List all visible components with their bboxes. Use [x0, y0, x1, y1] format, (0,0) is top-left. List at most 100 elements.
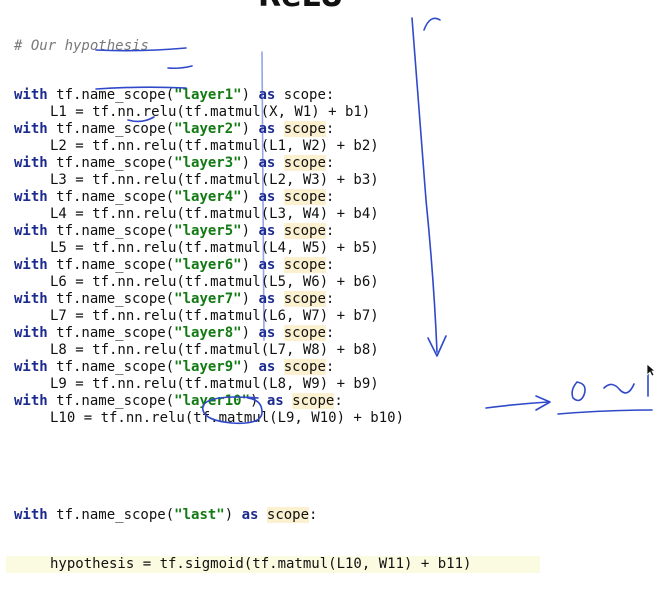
keyword-as: as	[258, 325, 276, 341]
call-name-scope: tf.name_scope(	[47, 507, 175, 523]
scope-variable: scope	[283, 189, 326, 205]
code-line-scope: with tf.name_scope("layer3") as scope:	[14, 155, 654, 172]
keyword-as: as	[258, 189, 276, 205]
layer-statement: L1 = tf.nn.relu(tf.matmul(X, W1) + b1)	[50, 104, 371, 120]
code-line-last-scope: with tf.name_scope("last") as scope:	[14, 507, 654, 524]
colon: :	[325, 291, 335, 307]
layer-statement: L9 = tf.nn.relu(tf.matmul(L8, W9) + b9)	[50, 376, 379, 392]
call-name-scope: tf.name_scope(	[47, 155, 175, 171]
call-name-scope: tf.name_scope(	[47, 393, 175, 409]
scope-variable: scope	[283, 223, 326, 239]
call-close: )	[241, 155, 259, 171]
code-line-scope: with tf.name_scope("layer1") as scope:	[14, 87, 654, 104]
call-close: )	[250, 393, 267, 409]
code-line-scope: with tf.name_scope("layer7") as scope:	[14, 291, 654, 308]
colon: :	[325, 87, 335, 103]
scope-variable: scope	[283, 121, 326, 137]
colon: :	[325, 155, 335, 171]
colon: :	[309, 507, 318, 523]
colon: :	[325, 121, 335, 137]
call-name-scope: tf.name_scope(	[47, 325, 175, 341]
code-line-statement: L10 = tf.nn.relu(tf.matmul(L9, W10) + b1…	[14, 410, 654, 427]
code-line-hypothesis: hypothesis = tf.sigmoid(tf.matmul(L10, W…	[6, 556, 540, 573]
scope-string: "layer2"	[174, 121, 242, 137]
code-line-statement: L2 = tf.nn.relu(tf.matmul(L1, W2) + b2)	[14, 138, 654, 155]
keyword-with: with	[14, 507, 48, 523]
layer-statement: L10 = tf.nn.relu(tf.matmul(L9, W10) + b1…	[50, 410, 405, 426]
code-block: # Our hypothesis with tf.name_scope("lay…	[6, 6, 654, 589]
layer-statement: L3 = tf.nn.relu(tf.matmul(L2, W3) + b3)	[50, 172, 379, 188]
code-line-scope: with tf.name_scope("layer5") as scope:	[14, 223, 654, 240]
keyword-as: as	[258, 155, 276, 171]
call-name-scope: tf.name_scope(	[47, 223, 175, 239]
scope-variable: scope	[283, 155, 326, 171]
colon: :	[325, 189, 335, 205]
layer-statement: L5 = tf.nn.relu(tf.matmul(L4, W5) + b5)	[50, 240, 379, 256]
call-close: )	[241, 359, 259, 375]
keyword-as: as	[258, 359, 276, 375]
call-close: )	[241, 257, 259, 273]
scope-string: "layer6"	[174, 257, 242, 273]
code-line-scope: with tf.name_scope("layer8") as scope:	[14, 325, 654, 342]
keyword-as: as	[258, 87, 276, 103]
keyword-with: with	[14, 257, 48, 273]
layer-statement: L2 = tf.nn.relu(tf.matmul(L1, W2) + b2)	[50, 138, 379, 154]
code-line-statement: L3 = tf.nn.relu(tf.matmul(L2, W3) + b3)	[14, 172, 654, 189]
scope-string: "layer9"	[174, 359, 242, 375]
scope-variable: scope	[283, 291, 326, 307]
keyword-as: as	[258, 257, 276, 273]
mouse-cursor-icon	[646, 363, 656, 377]
code-line-statement: L7 = tf.nn.relu(tf.matmul(L6, W7) + b7)	[14, 308, 654, 325]
layer-blocks: with tf.name_scope("layer1") as scope: L1…	[14, 87, 654, 427]
keyword-as: as	[258, 291, 276, 307]
scope-string: "layer4"	[174, 189, 242, 205]
call-name-scope: tf.name_scope(	[47, 359, 175, 375]
layer-statement: L8 = tf.nn.relu(tf.matmul(L7, W8) + b8)	[50, 342, 379, 358]
call-close: )	[241, 291, 259, 307]
keyword-with: with	[14, 87, 48, 103]
call-name-scope: tf.name_scope(	[47, 189, 175, 205]
scope-string: "last"	[174, 507, 225, 523]
call-name-scope: tf.name_scope(	[47, 291, 175, 307]
colon: :	[325, 325, 335, 341]
colon: :	[325, 257, 335, 273]
layer-statement: L4 = tf.nn.relu(tf.matmul(L3, W4) + b4)	[50, 206, 379, 222]
keyword-as: as	[258, 223, 276, 239]
code-line-scope: with tf.name_scope("layer6") as scope:	[14, 257, 654, 274]
call-close: )	[241, 87, 259, 103]
call-name-scope: tf.name_scope(	[47, 121, 175, 137]
code-line-statement: L1 = tf.nn.relu(tf.matmul(X, W1) + b1)	[14, 104, 654, 121]
code-line-statement: L8 = tf.nn.relu(tf.matmul(L7, W8) + b8)	[14, 342, 654, 359]
code-line-scope: with tf.name_scope("layer4") as scope:	[14, 189, 654, 206]
keyword-with: with	[14, 359, 48, 375]
call-close: )	[241, 121, 259, 137]
keyword-with: with	[14, 223, 48, 239]
colon: :	[325, 223, 335, 239]
scope-string: "layer8"	[174, 325, 242, 341]
scope-variable: scope	[283, 257, 326, 273]
code-line-scope: with tf.name_scope("layer2") as scope:	[14, 121, 654, 138]
code-line-statement: L6 = tf.nn.relu(tf.matmul(L5, W6) + b6)	[14, 274, 654, 291]
scope-variable: scope	[266, 507, 310, 523]
keyword-with: with	[14, 155, 48, 171]
keyword-as: as	[266, 393, 284, 409]
call-name-scope: tf.name_scope(	[47, 257, 175, 273]
hypothesis-statement: hypothesis = tf.sigmoid(tf.matmul(L10, W…	[50, 556, 472, 572]
keyword-with: with	[14, 393, 48, 409]
scope-variable: scope	[283, 87, 326, 103]
code-line-statement: L5 = tf.nn.relu(tf.matmul(L4, W5) + b5)	[14, 240, 654, 257]
keyword-with: with	[14, 325, 48, 341]
scope-string: "layer7"	[174, 291, 242, 307]
code-line-statement: L4 = tf.nn.relu(tf.matmul(L3, W4) + b4)	[14, 206, 654, 223]
scope-variable: scope	[292, 393, 335, 409]
scope-string: "layer10"	[174, 393, 251, 409]
scope-variable: scope	[283, 359, 326, 375]
keyword-with: with	[14, 291, 48, 307]
layer-statement: L6 = tf.nn.relu(tf.matmul(L5, W6) + b6)	[50, 274, 379, 290]
scope-string: "layer5"	[174, 223, 242, 239]
colon: :	[334, 393, 343, 409]
code-line-scope: with tf.name_scope("layer9") as scope:	[14, 359, 654, 376]
keyword-with: with	[14, 189, 48, 205]
code-comment: # Our hypothesis	[14, 38, 149, 54]
